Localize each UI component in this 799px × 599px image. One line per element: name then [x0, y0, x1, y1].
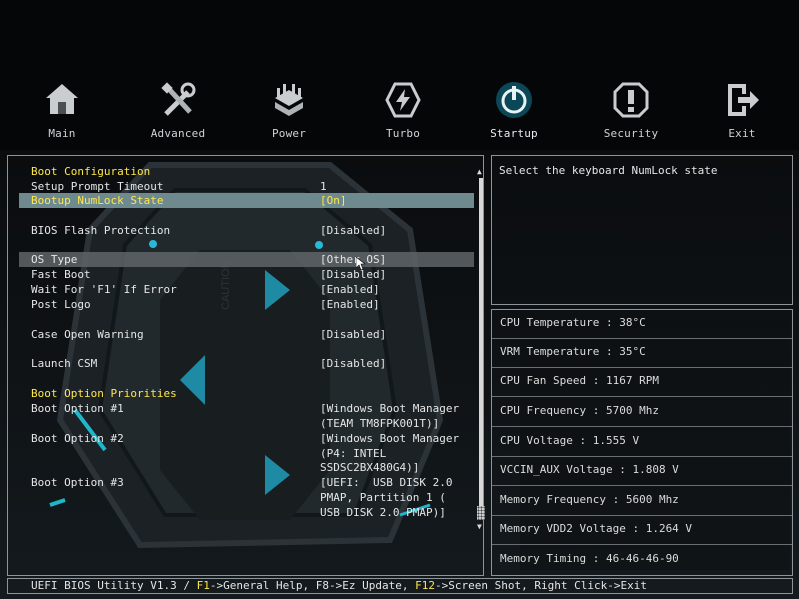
status-cpu-fan-speed: CPU Fan Speed : 1167 RPM — [492, 368, 792, 397]
tab-label: Startup — [490, 127, 538, 140]
scrollbar[interactable] — [479, 178, 483, 520]
section-heading-boot-configuration: Boot Configuration — [31, 165, 151, 178]
status-memory-frequency: Memory Frequency : 5600 Mhz — [492, 487, 792, 516]
status-cpu-voltage: CPU Voltage : 1.555 V — [492, 428, 792, 457]
power-chip-icon — [275, 84, 303, 116]
f12-hotkey: F12 — [415, 579, 436, 592]
boot-option-3-detail: PMAP, Partition 1 ( — [320, 491, 446, 504]
footer-f12-text: ->Screen Shot, Right Click->Exit — [435, 579, 647, 592]
tab-label: Advanced — [150, 127, 206, 140]
tab-turbo[interactable]: Turbo — [353, 78, 453, 146]
mouse-cursor-icon — [356, 257, 366, 271]
setting-bios-flash-protection[interactable]: BIOS Flash Protection [Disabled] — [19, 223, 474, 238]
f1-hotkey: F1 — [196, 579, 210, 592]
exit-icon — [728, 84, 759, 116]
shield-icon — [613, 82, 649, 118]
top-navigation: Main Advanced Power Turbo Startup Securi… — [0, 78, 799, 148]
tab-label: Turbo — [385, 127, 421, 140]
help-text: Select the keyboard NumLock state — [499, 164, 718, 177]
tab-main[interactable]: Main — [12, 78, 112, 146]
scroll-up-arrow-icon[interactable]: ▲ — [477, 167, 482, 176]
tab-label: Power — [271, 127, 307, 140]
setting-case-open-warning[interactable]: Case Open Warning [Disabled] — [19, 327, 474, 342]
home-icon — [46, 84, 78, 114]
lightning-icon — [385, 82, 421, 118]
status-cpu-frequency: CPU Frequency : 5700 Mhz — [492, 398, 792, 427]
section-heading-boot-option-priorities: Boot Option Priorities — [31, 387, 177, 400]
scrollbar-grip[interactable] — [477, 506, 485, 520]
startup-power-icon — [496, 82, 532, 118]
setting-setup-prompt-timeout[interactable]: Setup Prompt Timeout 1 — [19, 179, 474, 194]
tab-advanced[interactable]: Advanced — [128, 78, 228, 146]
setting-post-logo[interactable]: Post Logo [Enabled] — [19, 297, 474, 312]
status-vccin-aux-voltage: VCCIN_AUX Voltage : 1.808 V — [492, 457, 792, 486]
boot-option-1-detail: (TEAM TM8FPK001T)] — [320, 417, 440, 430]
boot-option-3-detail: USB DISK 2.0 PMAP)] — [320, 506, 446, 519]
tab-label: Exit — [728, 127, 756, 140]
status-vrm-temperature: VRM Temperature : 35°C — [492, 339, 792, 368]
help-panel: Select the keyboard NumLock state — [491, 155, 793, 305]
setting-os-type[interactable]: OS Type [Other OS] — [19, 252, 474, 267]
boot-option-2-detail: (P4: INTEL — [320, 447, 387, 460]
scroll-down-arrow-icon[interactable]: ▼ — [477, 522, 482, 531]
tools-icon — [161, 82, 196, 116]
footer-help-bar: UEFI BIOS Utility V1.3 / F1->General Hel… — [7, 578, 793, 594]
setting-boot-option-1[interactable]: Boot Option #1 [Windows Boot Manager — [19, 401, 474, 416]
footer-prefix: UEFI BIOS Utility V1.3 / — [31, 579, 197, 592]
status-memory-timing: Memory Timing : 46-46-46-90 — [500, 552, 679, 565]
tab-security[interactable]: Security — [581, 78, 681, 146]
footer-f1-text: ->General Help, F8->Ez Update, — [209, 579, 416, 592]
hardware-monitor-panel: CPU Temperature : 38°C VRM Temperature :… — [491, 309, 793, 576]
tab-label: Main — [48, 127, 76, 140]
setting-boot-option-3[interactable]: Boot Option #3 [UEFI: USB DISK 2.0 — [19, 475, 474, 490]
status-cpu-temperature: CPU Temperature : 38°C — [492, 310, 792, 339]
tab-startup[interactable]: Startup — [464, 78, 564, 146]
tab-exit[interactable]: Exit — [692, 78, 792, 146]
settings-panel: Boot Configuration Setup Prompt Timeout … — [7, 155, 485, 576]
status-memory-vdd2-voltage: Memory VDD2 Voltage : 1.264 V — [492, 516, 792, 545]
setting-fast-boot[interactable]: Fast Boot [Disabled] — [19, 267, 474, 282]
setting-wait-for-f1[interactable]: Wait For 'F1' If Error [Enabled] — [19, 282, 474, 297]
setting-bootup-numlock-state[interactable]: Bootup NumLock State [On] — [19, 193, 474, 208]
tab-label: Security — [603, 127, 659, 140]
setting-launch-csm[interactable]: Launch CSM [Disabled] — [19, 356, 474, 371]
setting-boot-option-2[interactable]: Boot Option #2 [Windows Boot Manager — [19, 431, 474, 446]
tab-power[interactable]: Power — [239, 78, 339, 146]
boot-option-2-detail: SSDSC2BX480G4)] — [320, 461, 420, 474]
